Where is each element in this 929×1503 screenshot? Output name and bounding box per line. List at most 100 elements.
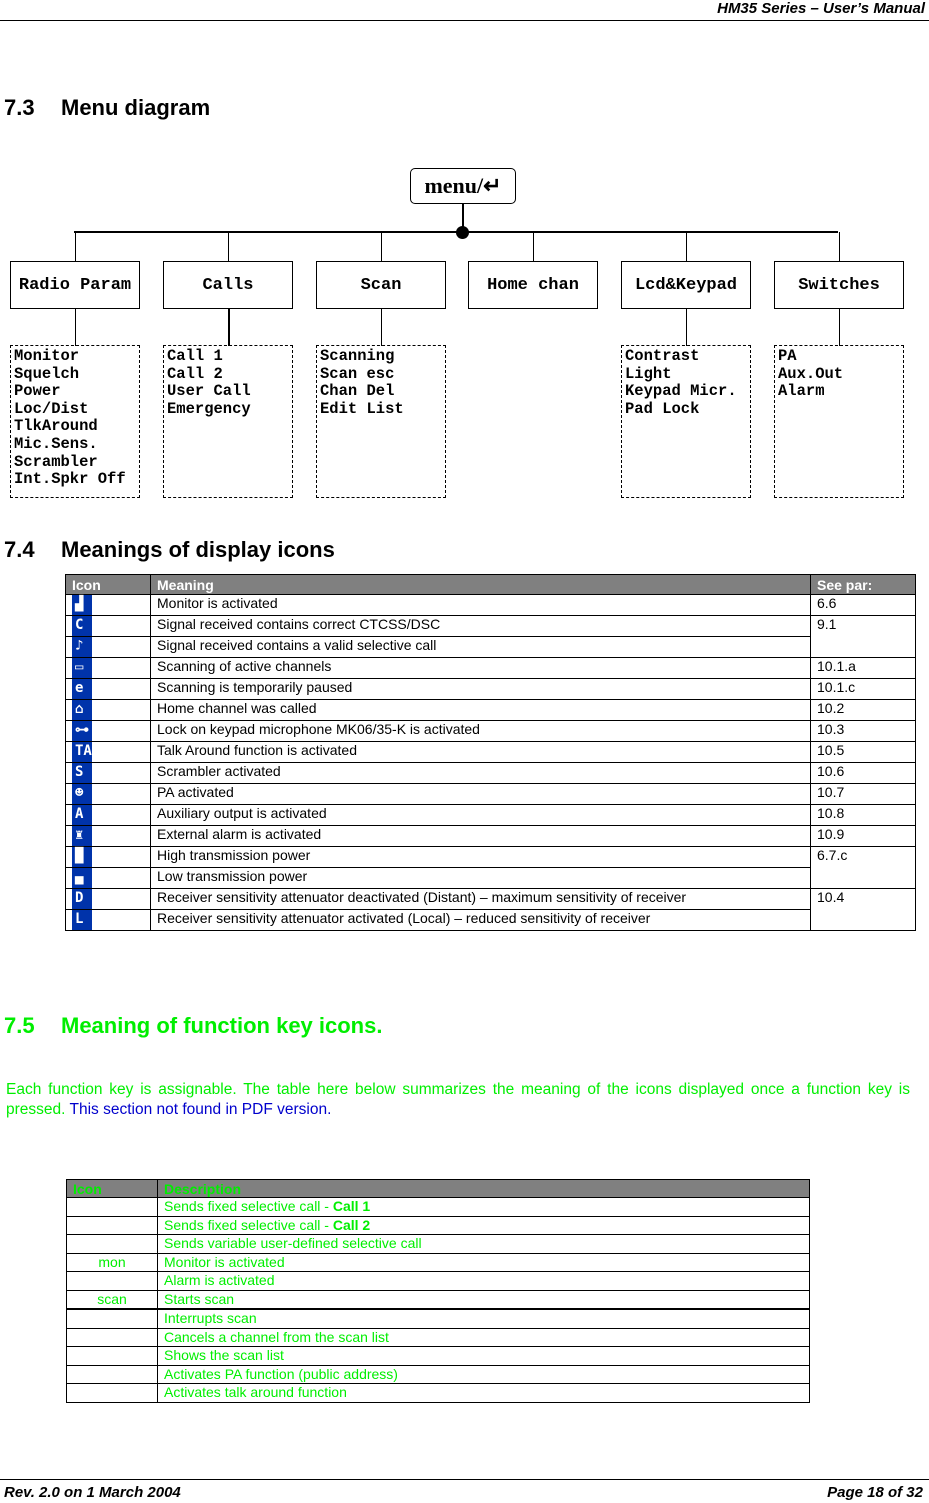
description-text: Shows the scan list	[164, 1347, 284, 1363]
submenu-item: Monitor	[14, 347, 80, 365]
icon-glyph: e	[75, 680, 84, 696]
description-text: Monitor is activated	[164, 1253, 285, 1270]
connector	[839, 309, 840, 346]
meaning-cell: Signal received contains a valid selecti…	[150, 636, 811, 658]
description-bold: Call 1	[332, 1198, 371, 1214]
table-row: Interrupts scan	[66, 1308, 810, 1329]
submenu-item: Contrast	[625, 347, 700, 365]
table-row: mon Monitor is activated	[66, 1252, 810, 1272]
icon-glyph: ▟	[75, 596, 84, 612]
page-footer: Rev. 2.0 on 1 March 2004 Page 18 of 32	[0, 1479, 929, 1503]
see-par-cell: 10.2	[810, 699, 916, 721]
icon-glyph: L	[75, 911, 84, 927]
section-7-3-heading: 7.3 Menu diagram	[4, 95, 211, 120]
keypad-lock-icon: ⊶	[72, 721, 92, 741]
description-text: Cancels a channel from the scan list	[164, 1328, 389, 1345]
home-icon: ⌂	[72, 700, 92, 720]
aux-output-icon: A	[72, 805, 92, 825]
connector	[686, 232, 687, 262]
table-row: █ High transmission power 6.7.c	[65, 846, 916, 889]
icon-cell	[66, 1308, 158, 1329]
icon-glyph: ▭	[75, 659, 84, 675]
description-text: Sends fixed selective call -	[164, 1198, 333, 1214]
section-7-5-heading: 7.5 Meaning of function key icons.	[4, 1013, 383, 1038]
description-cell: Activates talk around function	[157, 1383, 810, 1403]
icon-glyph: ▄	[75, 869, 84, 885]
table-row: ♜ External alarm is activated 10.9	[65, 825, 916, 847]
revision-info: Rev. 2.0 on 1 March 2004	[4, 1484, 181, 1501]
table-row: TA Talk Around function is activated 10.5	[65, 741, 916, 763]
submenu-item: TlkAround	[14, 417, 98, 436]
submenu-item: Scan esc	[320, 364, 395, 383]
meaning-cell: Scanning is temporarily paused	[150, 678, 811, 700]
scrambler-icon: S	[72, 763, 92, 783]
connector	[228, 232, 229, 262]
see-par-cell: 10.3	[810, 720, 916, 742]
connector	[228, 309, 230, 346]
submenu-box: PA Aux.Out Alarm	[774, 345, 904, 498]
meaning-cell: Monitor is activated	[150, 594, 811, 616]
description-bold: Call 2	[332, 1216, 371, 1233]
submenu-box: Contrast Light Keypad Micr. Pad Lock	[621, 345, 751, 498]
icon-glyph: ♪	[75, 638, 84, 654]
submenu-item: Chan Del	[320, 382, 395, 401]
submenu-item: Keypad Micr.	[625, 382, 737, 401]
high-power-icon: █	[72, 847, 92, 867]
scan-pause-icon: e	[72, 679, 92, 699]
description-text: Activates PA function (public address)	[164, 1365, 398, 1382]
icon-glyph: █	[75, 848, 84, 864]
table-row: scan Starts scan	[66, 1289, 810, 1310]
submenu-item: Mic.Sens.	[14, 434, 98, 453]
menu-category-box: Home chan	[468, 261, 598, 309]
manual-title: HM35 Series – User’s Manual	[717, 0, 925, 17]
meaning-cell: Receiver sensitivity attenuator deactiva…	[150, 888, 811, 910]
table-row: ▄ Low transmission power	[65, 867, 916, 889]
table-row: Sends fixed selective call - Call 2	[66, 1215, 810, 1235]
table-row: ⊶ Lock on keypad microphone MK06/35-K is …	[65, 720, 916, 742]
submenu-box: Monitor Squelch Power Loc/Dist TlkAround Mic.…	[10, 345, 140, 498]
editor-note: This section not found in PDF version.	[69, 1101, 332, 1118]
submenu-item: Int.Spkr Off	[14, 470, 126, 489]
meaning-cell: Scanning of active channels	[150, 657, 811, 679]
icon-cell	[66, 1346, 158, 1366]
icon-cell: mon	[66, 1252, 158, 1272]
icon-glyph: TA	[75, 743, 92, 759]
page-header: HM35 Series – User’s Manual	[0, 0, 929, 21]
submenu-item: User Call	[167, 382, 251, 401]
menu-root-box: menu/↵	[410, 168, 516, 204]
description-text: Sends fixed selective call -	[164, 1216, 333, 1233]
submenu-item: Call 2	[167, 364, 223, 383]
icon-cell	[66, 1271, 158, 1291]
meaning-cell: External alarm is activated	[150, 825, 811, 847]
icon-cell	[66, 1215, 158, 1235]
meaning-cell: Home channel was called	[150, 699, 811, 721]
meaning-cell: PA activated	[150, 783, 811, 805]
col-icon: Icon	[65, 574, 151, 595]
table-row: Sends variable user-defined selective ca…	[66, 1234, 810, 1254]
connector	[381, 309, 382, 346]
connector	[75, 309, 76, 346]
table-row: Activates talk around function	[66, 1383, 810, 1403]
description-cell: Sends fixed selective call - Call 1	[157, 1197, 810, 1217]
table-row: ⌂ Home channel was called 10.2	[65, 699, 916, 721]
description-cell: Interrupts scan	[157, 1308, 810, 1329]
menu-category-box: Radio Param	[10, 261, 140, 309]
submenu-item: Alarm	[778, 382, 825, 401]
table-row: C Signal received contains correct CTCSS/…	[65, 615, 916, 658]
connector	[75, 232, 76, 262]
connector-bus	[74, 231, 838, 233]
see-par-cell: 10.4	[810, 888, 916, 931]
meaning-cell: High transmission power	[150, 846, 811, 868]
local-icon: L	[72, 910, 92, 930]
menu-category-box: Lcd&Keypad	[621, 261, 751, 309]
submenu-item: Loc/Dist	[14, 399, 89, 418]
description-cell: Alarm is activated	[157, 1271, 810, 1291]
submenu-item: Pad Lock	[625, 399, 700, 418]
description-cell: Starts scan	[157, 1289, 810, 1310]
table-row: Shows the scan list	[66, 1346, 810, 1366]
section-7-5-paragraph: Each function key is assignable. The tab…	[6, 1081, 910, 1118]
description-text: Starts scan	[164, 1290, 235, 1307]
submenu-item: Call 1	[167, 347, 223, 365]
connector	[381, 232, 382, 262]
description-cell: Sends fixed selective call - Call 2	[157, 1215, 810, 1235]
